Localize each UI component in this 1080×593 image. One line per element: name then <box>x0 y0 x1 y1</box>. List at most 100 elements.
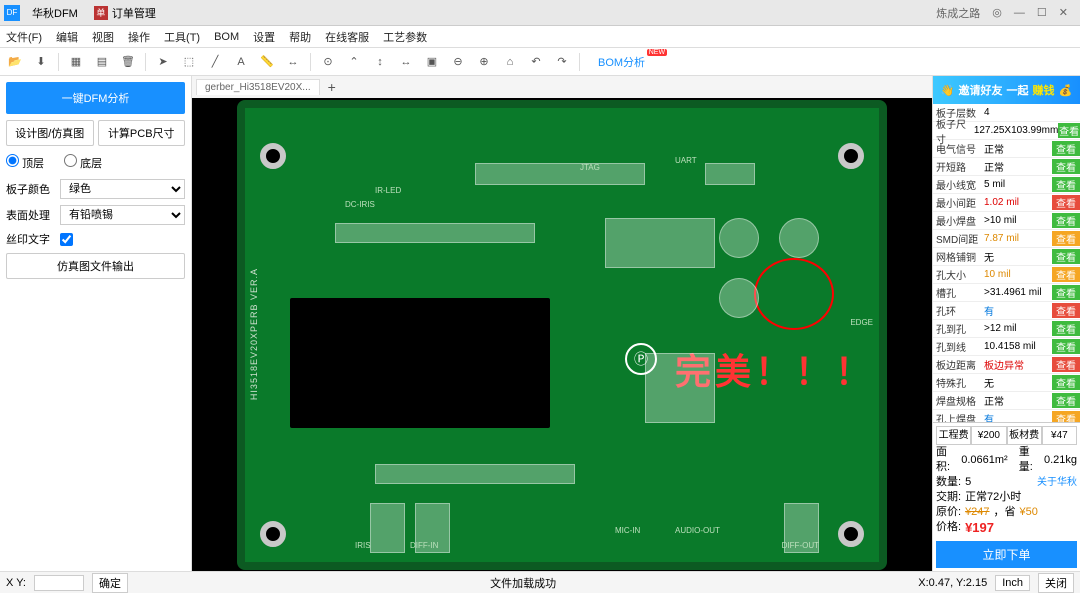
param-value: >31.4961 mil <box>981 287 1052 298</box>
line-icon[interactable]: ╱ <box>206 53 224 71</box>
trash-icon[interactable]: 🗑 <box>119 53 137 71</box>
cursor-icon[interactable]: ➤ <box>154 53 172 71</box>
param-key: 电气信号 <box>933 141 981 156</box>
view-button[interactable]: 查看 <box>1052 177 1080 192</box>
view-button[interactable]: 查看 <box>1052 159 1080 174</box>
export-sim-button[interactable]: 仿真图文件输出 <box>6 253 185 279</box>
m1-icon[interactable]: 📏 <box>258 53 276 71</box>
menu-support[interactable]: 在线客服 <box>325 29 369 45</box>
lr-icon[interactable]: ↔ <box>397 53 415 71</box>
param-value: 无 <box>981 375 1052 390</box>
file-tab[interactable]: gerber_Hi3518EV20X... <box>196 79 320 95</box>
bottom-layer-radio[interactable]: 底层 <box>64 154 102 171</box>
view-button[interactable]: 查看 <box>1052 339 1080 354</box>
move-icon[interactable]: ↕ <box>371 53 389 71</box>
menu-tool[interactable]: 工具(T) <box>164 29 200 45</box>
close-button[interactable]: 关闭 <box>1038 573 1074 593</box>
design-sim-button[interactable]: 设计图/仿真图 <box>6 120 94 146</box>
mat-fee-label: 板材费 <box>1007 426 1042 445</box>
layer2-icon[interactable]: ▤ <box>93 53 111 71</box>
view-button[interactable]: 查看 <box>1052 285 1080 300</box>
right-panel: 👋邀请好友一起赚钱💰 板子层数4板子尺寸127.25X103.99mm查看电气信… <box>932 76 1080 571</box>
cap-icon <box>719 218 759 258</box>
param-row: 电气信号正常查看 <box>933 140 1080 158</box>
param-key: 焊盘规格 <box>933 393 981 408</box>
redo-icon[interactable]: ↷ <box>553 53 571 71</box>
view-button[interactable]: 查看 <box>1052 267 1080 282</box>
xy-input[interactable] <box>34 575 84 591</box>
add-tab-icon[interactable]: + <box>324 79 340 95</box>
param-value: 正常 <box>981 141 1052 156</box>
view-button[interactable]: 查看 <box>1052 213 1080 228</box>
param-value: 4 <box>981 107 1080 118</box>
view-button[interactable]: 查看 <box>1058 123 1080 138</box>
tab-order-mgmt[interactable]: 单订单管理 <box>86 1 164 25</box>
view-button[interactable]: 查看 <box>1052 303 1080 318</box>
silk-label: JTAG <box>580 163 600 172</box>
xy-ok-button[interactable]: 确定 <box>92 573 128 593</box>
zoomin-icon[interactable]: ⊕ <box>475 53 493 71</box>
view-button[interactable]: 查看 <box>1052 411 1080 422</box>
silk-label: DIFF-OUT <box>782 541 819 550</box>
menu-view[interactable]: 视图 <box>92 29 114 45</box>
connector-icon <box>475 163 645 185</box>
view-button[interactable]: 查看 <box>1052 375 1080 390</box>
fit-icon[interactable]: ▣ <box>423 53 441 71</box>
top-layer-radio[interactable]: 顶层 <box>6 154 44 171</box>
menu-bom[interactable]: BOM <box>214 31 239 43</box>
param-key: 孔上焊盘 <box>933 411 981 422</box>
view-button[interactable]: 查看 <box>1052 195 1080 210</box>
view-button[interactable]: 查看 <box>1052 357 1080 372</box>
invite-banner[interactable]: 👋邀请好友一起赚钱💰 <box>933 76 1080 104</box>
close-icon[interactable]: ✕ <box>1059 6 1068 19</box>
menu-edit[interactable]: 编辑 <box>56 29 78 45</box>
hole-icon[interactable]: ⊙ <box>319 53 337 71</box>
silk-checkbox[interactable] <box>60 233 73 246</box>
ic-icon <box>645 353 715 423</box>
pcb-viewport[interactable]: HI3518EV20XPERB VER.A Ⓟ 完美！！！ JTAG UART <box>192 98 932 571</box>
dfm-analyze-button[interactable]: 一键DFM分析 <box>6 82 185 114</box>
color-select[interactable]: 绿色 <box>60 179 185 199</box>
calc-size-button[interactable]: 计算PCB尺寸 <box>98 120 186 146</box>
layer-icon[interactable]: ▦ <box>67 53 85 71</box>
order-button[interactable]: 立即下单 <box>936 541 1077 568</box>
up-icon[interactable]: ⌃ <box>345 53 363 71</box>
menu-file[interactable]: 文件(F) <box>6 29 42 45</box>
view-button[interactable]: 查看 <box>1052 141 1080 156</box>
view-button[interactable]: 查看 <box>1052 321 1080 336</box>
right-label: 炼成之路 <box>936 5 980 21</box>
home-icon[interactable]: ⌂ <box>501 53 519 71</box>
zoomout-icon[interactable]: ⊖ <box>449 53 467 71</box>
param-row: 焊盘规格正常查看 <box>933 392 1080 410</box>
about-link[interactable]: 关于华秋 <box>1037 475 1077 490</box>
user-icon[interactable]: ◎ <box>992 6 1002 19</box>
m2-icon[interactable]: ↔ <box>284 53 302 71</box>
statusbar: X Y: 确定 文件加载成功 X:0.47, Y:2.15 Inch 关闭 <box>0 571 1080 593</box>
menu-settings[interactable]: 设置 <box>253 29 275 45</box>
param-key: 孔到线 <box>933 339 981 354</box>
select-icon[interactable]: ⬚ <box>180 53 198 71</box>
view-button[interactable]: 查看 <box>1052 249 1080 264</box>
param-row: 开短路正常查看 <box>933 158 1080 176</box>
cap-icon <box>719 278 759 318</box>
maximize-icon[interactable]: ☐ <box>1037 6 1047 19</box>
text-icon[interactable]: A <box>232 53 250 71</box>
param-key: 孔环 <box>933 303 981 318</box>
undo-icon[interactable]: ↶ <box>527 53 545 71</box>
silk-label: AUDIO-OUT <box>675 526 720 535</box>
unit-button[interactable]: Inch <box>995 575 1030 591</box>
param-value: 板边异常 <box>981 357 1052 372</box>
download-icon[interactable]: ⬇ <box>32 53 50 71</box>
menu-help[interactable]: 帮助 <box>289 29 311 45</box>
menu-op[interactable]: 操作 <box>128 29 150 45</box>
app-title[interactable]: 华秋DFM <box>24 1 86 25</box>
view-button[interactable]: 查看 <box>1052 393 1080 408</box>
view-button[interactable]: 查看 <box>1052 231 1080 246</box>
minimize-icon[interactable]: — <box>1014 7 1025 19</box>
mount-hole-icon <box>260 143 286 169</box>
open-icon[interactable]: 📂 <box>6 53 24 71</box>
surface-select[interactable]: 有铅喷锡 <box>60 205 185 225</box>
menu-process[interactable]: 工艺参数 <box>383 29 427 45</box>
param-value: 1.02 mil <box>981 197 1052 208</box>
bom-analyze-button[interactable]: BOM分析 <box>588 52 655 72</box>
